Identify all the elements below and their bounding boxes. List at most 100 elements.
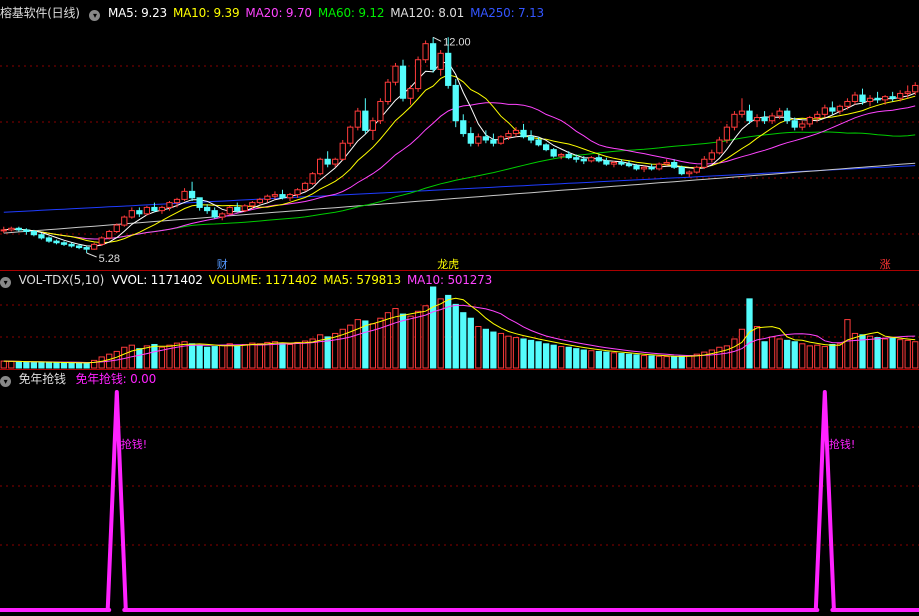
candle-body xyxy=(181,190,188,200)
ma-label-1: MA10: 9.39 xyxy=(173,6,240,20)
volume-bar xyxy=(467,317,474,369)
candle-body xyxy=(68,243,75,247)
candle-body xyxy=(731,113,738,128)
candle-body xyxy=(490,139,497,144)
ma-label-0: MA5: 9.23 xyxy=(108,6,167,20)
volume-bar xyxy=(60,362,68,369)
candle-body xyxy=(874,97,881,101)
vol-label-2: MA5: 579813 xyxy=(323,273,401,287)
candle-body xyxy=(836,105,844,112)
candle-body xyxy=(663,161,670,165)
candle-body xyxy=(625,163,633,167)
candle-body xyxy=(286,194,294,199)
candle-body xyxy=(264,195,271,200)
volume-bar xyxy=(640,355,648,369)
volume-bar xyxy=(309,338,316,369)
candle-body xyxy=(399,65,407,99)
signal-line xyxy=(0,390,919,612)
candle-body xyxy=(701,158,708,168)
volume-bar xyxy=(452,303,459,369)
volume-bar xyxy=(301,340,309,369)
vol-label-3: MA10: 501273 xyxy=(406,273,493,287)
volume-bar xyxy=(482,328,490,369)
candle-body xyxy=(384,81,392,102)
candle-body xyxy=(784,110,791,122)
volume-bar xyxy=(633,354,640,369)
candle-body xyxy=(542,144,550,151)
candle-body xyxy=(309,173,316,184)
candle-body xyxy=(573,157,580,160)
candle-body xyxy=(866,97,874,102)
candle-body xyxy=(234,206,241,212)
volume-bar xyxy=(520,338,527,369)
volume-bar xyxy=(414,310,422,369)
candle-body xyxy=(655,163,663,170)
low-marker-arrow xyxy=(86,252,97,258)
candle-body xyxy=(128,210,135,218)
ma250-line xyxy=(3,165,916,213)
candle-body xyxy=(821,107,828,115)
candle-body xyxy=(347,126,354,144)
volume-bar xyxy=(791,341,798,369)
candle-body xyxy=(912,84,919,93)
volume-bar xyxy=(75,362,83,369)
candle-body xyxy=(204,206,211,212)
volume-bar xyxy=(264,341,271,369)
candle-body xyxy=(558,153,565,157)
volume-bar xyxy=(8,360,15,369)
volume-bar xyxy=(475,326,482,369)
volume-bar xyxy=(618,352,625,369)
candle-body xyxy=(445,52,452,86)
indicator-settings-icon[interactable]: ▾ xyxy=(0,376,11,387)
volume-bar xyxy=(294,341,301,369)
volume-bar xyxy=(279,342,286,369)
stock-chart-canvas[interactable]: 12.00 5.28 财 龙虎 涨抢钱! 抢钱! xyxy=(0,0,919,616)
volume-bar xyxy=(83,362,90,369)
candle-body xyxy=(753,117,761,122)
panel-settings-icon[interactable]: ▾ xyxy=(89,10,101,21)
candle-body xyxy=(362,110,369,131)
candle-body xyxy=(618,161,625,165)
candle-body xyxy=(0,229,7,232)
volume-bar xyxy=(196,345,203,369)
volume-bar xyxy=(558,346,565,369)
candle-body xyxy=(98,237,105,245)
candle-body xyxy=(113,224,120,233)
ma-label-5: MA250: 7.13 xyxy=(470,6,544,20)
volume-bar xyxy=(814,344,821,369)
ma5-line xyxy=(3,61,916,247)
volume-bar xyxy=(143,345,151,369)
ma120-line xyxy=(3,162,916,234)
candle-body xyxy=(75,245,83,249)
candle-body xyxy=(460,120,467,135)
event-marker: 财 xyxy=(217,257,228,271)
candle-body xyxy=(497,136,505,144)
signal-label: 抢钱! xyxy=(829,437,855,451)
volume-bar xyxy=(565,346,572,369)
vol-label-0: VVOL: 1171402 xyxy=(111,273,203,287)
candle-body xyxy=(859,94,866,102)
volume-panel-header: ▾ VOL-TDX(5,10) VVOL: 1171402 VOLUME: 117… xyxy=(0,272,504,288)
candle-body xyxy=(414,59,422,90)
volume-bar xyxy=(550,344,557,369)
candle-body xyxy=(814,113,821,119)
volume-bar xyxy=(588,350,595,369)
volume-bar xyxy=(761,341,768,369)
candle-body xyxy=(106,231,113,239)
volume-bar xyxy=(490,331,497,369)
volume-bar xyxy=(38,361,45,369)
candle-body xyxy=(256,198,264,204)
ma-label-2: MA20: 9.70 xyxy=(245,6,312,20)
candle-body xyxy=(708,152,715,160)
ma-label-3: MA60: 9.12 xyxy=(317,6,385,20)
volume-bar xyxy=(234,345,241,369)
volume-bar xyxy=(30,361,38,369)
candle-body xyxy=(671,161,678,168)
volume-bar xyxy=(136,348,143,369)
candle-body xyxy=(640,166,648,170)
volume-bar xyxy=(821,346,828,369)
volume-bar xyxy=(429,286,437,369)
candle-body xyxy=(829,107,836,112)
candle-body xyxy=(211,210,218,218)
volume-settings-icon[interactable]: ▾ xyxy=(0,277,11,288)
